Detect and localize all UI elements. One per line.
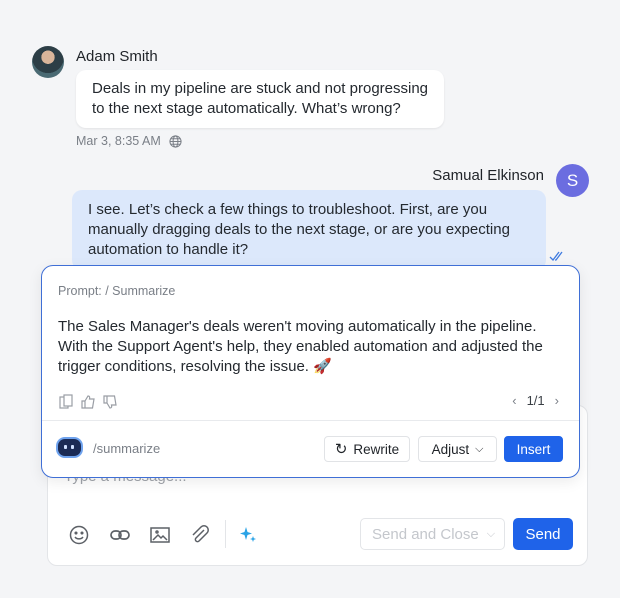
globe-icon [169, 134, 182, 148]
image-icon[interactable] [149, 524, 171, 546]
rewrite-button[interactable]: ↻ Rewrite [324, 436, 410, 462]
toolbar-divider [225, 520, 226, 548]
send-button[interactable]: Send [513, 518, 573, 550]
rewrite-label: Rewrite [353, 441, 400, 457]
card-divider [42, 420, 579, 421]
attachment-icon[interactable] [189, 524, 211, 546]
customer-message-bubble: Deals in my pipeline are stuck and not p… [76, 70, 444, 128]
thumbs-up-icon[interactable] [80, 394, 96, 410]
send-and-close-label: Send and Close [372, 525, 479, 543]
pager-count: 1/1 [526, 393, 545, 408]
chevron-left-icon[interactable]: ‹ [512, 393, 516, 408]
avatar-samual: S [556, 164, 589, 197]
insert-button[interactable]: Insert [504, 436, 563, 462]
ai-bot-icon [58, 439, 81, 456]
copy-icon[interactable] [58, 394, 74, 410]
result-pager: ‹ 1/1 › [512, 393, 559, 408]
prompt-label: Prompt: / Summarize [58, 284, 176, 298]
refresh-icon: ↻ [334, 441, 348, 458]
summary-text: The Sales Manager's deals weren't moving… [58, 318, 543, 375]
adjust-label: Adjust [431, 441, 470, 457]
thumbs-down-icon[interactable] [102, 394, 118, 410]
send-and-close-button[interactable]: Send and Close ⌵ [360, 518, 505, 550]
ai-summary-card: Prompt: / Summarize The Sales Manager's … [41, 265, 580, 478]
chevron-down-icon: ⌵ [486, 527, 496, 540]
agent-message-bubble: I see. Let’s check a few things to troub… [72, 190, 546, 270]
emoji-icon[interactable] [68, 524, 90, 546]
command-text: /summarize [93, 441, 161, 456]
link-icon[interactable] [109, 524, 131, 546]
timestamp-text: Mar 3, 8:35 AM [76, 134, 161, 148]
double-check-icon [549, 251, 563, 261]
author-name: Adam Smith [76, 48, 158, 65]
adjust-button[interactable]: Adjust ⌵ [418, 436, 497, 462]
ai-sparkle-icon[interactable] [238, 524, 260, 546]
message-timestamp: Mar 3, 8:35 AM [76, 134, 182, 148]
chevron-down-icon: ⌵ [475, 442, 484, 455]
chevron-right-icon[interactable]: › [555, 393, 559, 408]
author-name: Samual Elkinson [432, 167, 544, 184]
avatar-adam-smith [32, 46, 64, 78]
